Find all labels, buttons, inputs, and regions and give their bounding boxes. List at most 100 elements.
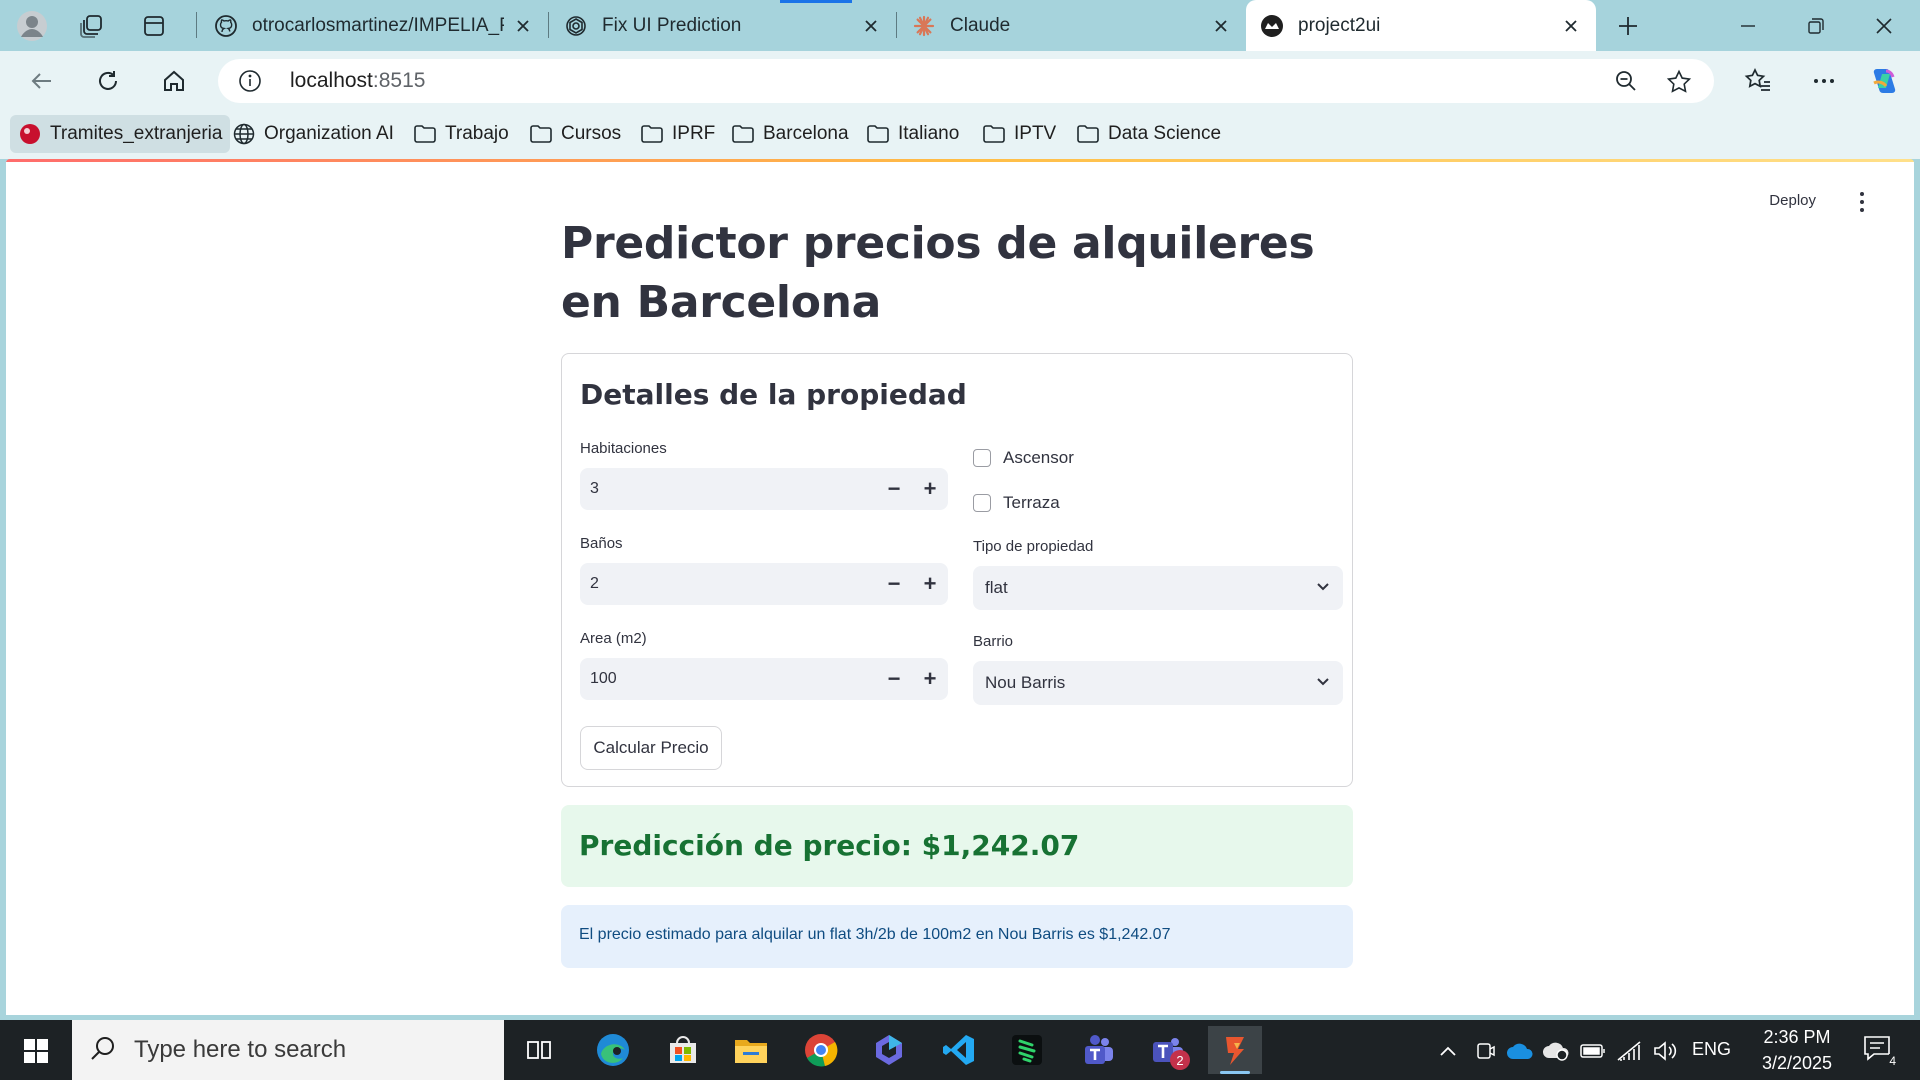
habitaciones-increment-button[interactable]: + <box>912 468 948 510</box>
bookmark-folder-data-science[interactable]: Data Science <box>1068 115 1229 153</box>
streamlit-icon <box>1260 14 1284 38</box>
ascensor-label: Ascensor <box>1003 448 1074 467</box>
tipo-propiedad-select[interactable]: flat <box>973 566 1343 610</box>
bookmark-folder-italiano[interactable]: Italiano <box>858 115 967 153</box>
terraza-label: Terraza <box>1003 493 1060 512</box>
copilot-icon[interactable] <box>1866 63 1902 99</box>
folder-icon <box>1076 123 1100 145</box>
terraza-checkbox[interactable]: Terraza <box>973 493 1060 513</box>
favorite-star-icon[interactable] <box>1666 69 1692 100</box>
bookmark-label: Data Science <box>1108 123 1222 144</box>
habitaciones-number-input[interactable]: 3 − + <box>580 468 948 510</box>
file-explorer-icon[interactable] <box>724 1026 778 1074</box>
habitaciones-value[interactable]: 3 <box>580 480 876 498</box>
onedrive-icon[interactable] <box>1504 1038 1536 1064</box>
vertical-tabs-icon[interactable] <box>136 8 172 44</box>
vscode-icon[interactable] <box>932 1026 986 1074</box>
copilot-app-icon[interactable] <box>862 1026 916 1074</box>
bookmark-folder-trabajo[interactable]: Trabajo <box>405 115 517 153</box>
deploy-button[interactable]: Deploy <box>1769 192 1816 209</box>
close-tab-icon[interactable] <box>1560 15 1582 37</box>
chrome-icon[interactable] <box>794 1026 848 1074</box>
zoom-out-icon[interactable] <box>1614 69 1638 98</box>
bookmarks-bar: Tramites_extranjeria Organization AI Tra… <box>0 110 1920 159</box>
battery-icon[interactable] <box>1578 1038 1608 1064</box>
tab-title: Claude <box>950 14 1011 36</box>
wifi-icon[interactable] <box>1614 1038 1644 1064</box>
address-bar[interactable]: localhost:8515 <box>218 59 1714 103</box>
bookmark-organization-ai[interactable]: Organization AI <box>224 115 402 153</box>
area-number-input[interactable]: 100 − + <box>580 658 948 700</box>
close-tab-icon[interactable] <box>1210 15 1232 37</box>
prediction-info-text: El precio estimado para alquilar un flat… <box>579 926 1171 943</box>
prediction-info-alert: El precio estimado para alquilar un flat… <box>561 905 1353 968</box>
back-arrow-icon[interactable] <box>24 63 60 99</box>
meet-now-icon[interactable] <box>1472 1038 1498 1064</box>
favorites-icon[interactable] <box>1740 63 1776 99</box>
teams-work-icon[interactable]: 2 <box>1140 1026 1194 1074</box>
notification-center-icon[interactable]: 4 <box>1862 1034 1902 1068</box>
loading-indicator <box>780 0 852 3</box>
bookmark-folder-cursos[interactable]: Cursos <box>521 115 629 153</box>
barrio-select[interactable]: Nou Barris <box>973 661 1343 705</box>
restore-icon[interactable] <box>1798 8 1834 44</box>
bookmark-label: Cursos <box>561 123 622 144</box>
area-value[interactable]: 100 <box>580 670 876 688</box>
tab-project2ui[interactable]: project2ui <box>1246 0 1596 51</box>
banos-decrement-button[interactable]: − <box>876 563 912 605</box>
bookmark-label: Italiano <box>898 123 960 144</box>
tipo-propiedad-value: flat <box>985 578 1008 597</box>
close-window-icon[interactable] <box>1866 8 1902 44</box>
checkbox-box[interactable] <box>973 449 991 467</box>
minimize-icon[interactable] <box>1730 8 1766 44</box>
close-tab-icon[interactable] <box>860 15 882 37</box>
show-hidden-icons-chevron-icon[interactable] <box>1434 1038 1462 1064</box>
edge-taskbar-icon[interactable] <box>586 1026 640 1074</box>
site-info-icon[interactable] <box>238 69 262 98</box>
windows-start-icon[interactable] <box>14 1032 58 1070</box>
checkbox-box[interactable] <box>973 494 991 512</box>
property-form: Detalles de la propiedad Habitaciones 3 … <box>561 353 1353 787</box>
profile-avatar-icon[interactable] <box>14 8 50 44</box>
chevron-down-icon <box>1315 578 1331 599</box>
reload-icon[interactable] <box>90 63 126 99</box>
bookmark-folder-iprf[interactable]: IPRF <box>632 115 723 153</box>
tab-fix-ui-prediction[interactable]: Fix UI Prediction <box>550 0 896 51</box>
more-options-icon[interactable] <box>1806 63 1842 99</box>
task-view-icon[interactable] <box>512 1026 566 1074</box>
bookmark-label: Tramites_extranjeria <box>50 123 223 144</box>
app-green-stripes-icon[interactable] <box>1000 1026 1054 1074</box>
calcular-precio-button[interactable]: Calcular Precio <box>580 726 722 770</box>
bookmark-label: IPRF <box>672 123 716 144</box>
home-icon[interactable] <box>156 63 192 99</box>
bookmark-folder-iptv[interactable]: IPTV <box>974 115 1064 153</box>
onedrive-sync-icon[interactable] <box>1540 1038 1572 1064</box>
workspaces-icon[interactable] <box>74 8 110 44</box>
folder-icon <box>982 123 1006 145</box>
bookmark-folder-barcelona[interactable]: Barcelona <box>723 115 857 153</box>
navigation-bar: localhost:8515 <box>0 51 1920 110</box>
bookmark-label: IPTV <box>1014 123 1057 144</box>
banos-value[interactable]: 2 <box>580 575 876 593</box>
habitaciones-decrement-button[interactable]: − <box>876 468 912 510</box>
new-tab-icon[interactable] <box>1610 8 1646 44</box>
taskbar-clock[interactable]: 2:36 PM 3/2/2025 <box>1738 1024 1856 1076</box>
taskbar-search-box[interactable]: Type here to search <box>72 1020 504 1080</box>
banos-number-input[interactable]: 2 − + <box>580 563 948 605</box>
tab-claude[interactable]: Claude <box>898 0 1246 51</box>
tab-github[interactable]: otrocarlosmartinez/IMPELIA_PEA <box>200 0 548 51</box>
area-decrement-button[interactable]: − <box>876 658 912 700</box>
teams-icon[interactable] <box>1070 1026 1124 1074</box>
microsoft-store-icon[interactable] <box>656 1026 710 1074</box>
volume-icon[interactable] <box>1650 1038 1680 1064</box>
banos-increment-button[interactable]: + <box>912 563 948 605</box>
main-menu-icon[interactable] <box>1852 190 1872 214</box>
barrio-value: Nou Barris <box>985 673 1066 692</box>
active-app-taskbar-icon[interactable] <box>1208 1026 1262 1074</box>
area-increment-button[interactable]: + <box>912 658 948 700</box>
bookmark-tramites-extranjeria[interactable]: Tramites_extranjeria <box>10 115 231 153</box>
close-tab-icon[interactable] <box>512 15 534 37</box>
prediction-success-alert: Predicción de precio: $1,242.07 <box>561 805 1353 887</box>
language-indicator[interactable]: ENG <box>1692 1039 1731 1060</box>
ascensor-checkbox[interactable]: Ascensor <box>973 448 1074 468</box>
